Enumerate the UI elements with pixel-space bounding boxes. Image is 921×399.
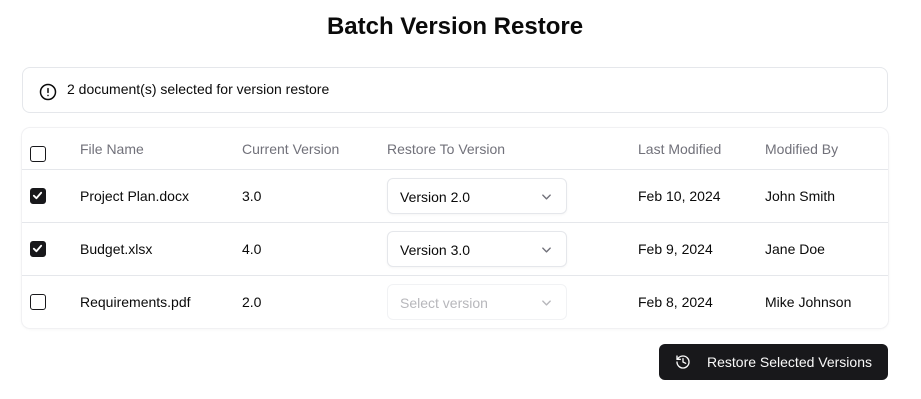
restore-version-placeholder: Select version xyxy=(400,295,488,311)
header-current-version: Current Version xyxy=(242,141,340,157)
current-version: 3.0 xyxy=(242,188,262,204)
documents-table: File Name Current Version Restore To Ver… xyxy=(22,128,888,328)
current-version: 2.0 xyxy=(242,294,262,310)
header-last-modified: Last Modified xyxy=(638,141,722,157)
restore-selected-label: Restore Selected Versions xyxy=(707,354,872,370)
chevron-down-icon xyxy=(542,247,551,253)
restore-version-select[interactable]: Select version xyxy=(387,284,567,320)
file-name: Budget.xlsx xyxy=(80,241,153,257)
header-restore-to-version: Restore To Version xyxy=(387,141,506,157)
chevron-down-icon xyxy=(542,300,551,306)
chevron-down-icon xyxy=(542,194,551,200)
restore-version-select[interactable]: Version 3.0 xyxy=(387,231,567,267)
restore-version-select[interactable]: Version 2.0 xyxy=(387,178,567,214)
last-modified: Feb 8, 2024 xyxy=(638,294,713,310)
modified-by: John Smith xyxy=(765,188,836,204)
checkmark-icon xyxy=(32,191,43,200)
page-title: Batch Version Restore xyxy=(326,13,584,40)
last-modified: Feb 9, 2024 xyxy=(638,241,713,257)
table-row: Requirements.pdf 2.0 Select version Feb … xyxy=(22,276,888,328)
row-checkbox[interactable] xyxy=(30,241,46,257)
modified-by: Jane Doe xyxy=(765,241,825,257)
restore-version-value: Version 3.0 xyxy=(400,242,471,258)
table-row: Budget.xlsx 4.0 Version 3.0 Feb 9, 2024 … xyxy=(22,223,888,276)
table-header: File Name Current Version Restore To Ver… xyxy=(22,128,888,170)
modified-by: Mike Johnson xyxy=(765,294,852,310)
restore-selected-button[interactable]: Restore Selected Versions xyxy=(659,344,888,380)
header-modified-by: Modified By xyxy=(765,141,839,157)
row-checkbox[interactable] xyxy=(30,294,46,310)
history-icon xyxy=(676,355,690,369)
last-modified: Feb 10, 2024 xyxy=(638,188,721,204)
header-file-name: File Name xyxy=(80,141,144,157)
file-name: Requirements.pdf xyxy=(80,294,191,310)
checkmark-icon xyxy=(32,244,43,253)
alert-circle-icon xyxy=(39,83,57,101)
alert-text: 2 document(s) selected for version resto… xyxy=(67,81,330,97)
file-name: Project Plan.docx xyxy=(80,188,189,204)
current-version: 4.0 xyxy=(242,241,262,257)
table-row: Project Plan.docx 3.0 Version 2.0 Feb 10… xyxy=(22,170,888,223)
select-all-checkbox[interactable] xyxy=(30,146,46,162)
row-checkbox[interactable] xyxy=(30,188,46,204)
selection-alert: 2 document(s) selected for version resto… xyxy=(22,67,888,113)
restore-version-value: Version 2.0 xyxy=(400,189,471,205)
